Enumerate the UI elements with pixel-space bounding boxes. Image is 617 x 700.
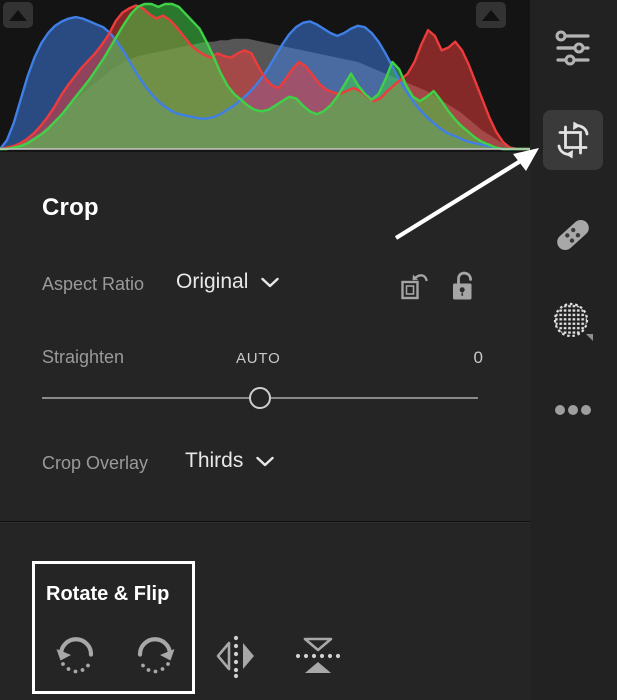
rotate-counterclockwise-button[interactable] xyxy=(50,630,102,682)
rotate-cw-icon xyxy=(137,637,175,674)
straighten-label: Straighten xyxy=(42,347,125,367)
aspect-ratio-value: Original xyxy=(176,270,249,293)
aspect-ratio-dropdown[interactable]: Original xyxy=(176,270,280,294)
aspect-ratio-icon-group xyxy=(400,270,478,302)
halftone-circle-icon xyxy=(553,302,593,341)
straighten-auto-button[interactable]: AUTO xyxy=(236,350,281,367)
sliders-icon xyxy=(555,30,590,66)
crop-overlay-label: Crop Overlay xyxy=(42,453,149,473)
tool-sidebar xyxy=(530,0,617,700)
crop-overlay-dropdown[interactable]: Thirds xyxy=(185,449,275,473)
unlock-icon[interactable] xyxy=(450,270,478,302)
rotate-flip-title: Rotate & Flip xyxy=(46,583,170,605)
crop-overlay-row: Crop Overlay Thirds xyxy=(0,449,530,487)
straighten-slider[interactable] xyxy=(42,387,478,409)
lightroom-crop-screen: Crop Aspect Ratio Original Straighten AU… xyxy=(0,0,617,700)
flip-horizontal-button[interactable] xyxy=(210,630,262,682)
aspect-ratio-row: Aspect Ratio Original xyxy=(0,270,530,308)
sidebar-item-edit[interactable] xyxy=(543,18,603,78)
histogram-panel xyxy=(0,0,530,152)
chevron-down-icon xyxy=(261,277,280,287)
sidebar-item-crop[interactable] xyxy=(543,110,603,170)
flip-vertical-button[interactable] xyxy=(292,630,344,682)
aspect-ratio-label: Aspect Ratio xyxy=(42,274,145,294)
crop-rotate-icon xyxy=(557,121,589,159)
flip-horizontal-icon xyxy=(216,635,254,679)
crop-settings-section: Crop Aspect Ratio Original Straighten AU… xyxy=(0,152,530,522)
highlight-clipping-button[interactable] xyxy=(476,2,506,28)
chevron-down-icon xyxy=(256,456,275,466)
slider-handle[interactable] xyxy=(249,387,271,409)
triangle-up-icon xyxy=(482,9,500,21)
crop-overlay-value: Thirds xyxy=(185,449,244,472)
ellipsis-icon xyxy=(555,405,591,415)
sidebar-item-more[interactable] xyxy=(543,380,603,440)
shadow-clipping-button[interactable] xyxy=(3,2,33,28)
sidebar-item-healing[interactable] xyxy=(543,205,603,265)
rotate-ccw-icon xyxy=(56,637,94,674)
rotate-aspect-icon[interactable] xyxy=(400,270,430,302)
sidebar-item-masking[interactable] xyxy=(543,293,603,353)
page-title: Crop xyxy=(42,194,99,221)
straighten-value: 0 xyxy=(473,348,483,367)
crop-panel: Crop Aspect Ratio Original Straighten AU… xyxy=(0,152,530,700)
bandage-icon xyxy=(557,219,589,251)
flip-vertical-icon xyxy=(295,637,341,673)
straighten-row: Straighten AUTO 0 xyxy=(0,347,530,417)
histogram-chart xyxy=(0,2,530,151)
rotate-clockwise-button[interactable] xyxy=(129,630,181,682)
triangle-up-icon xyxy=(9,9,27,21)
